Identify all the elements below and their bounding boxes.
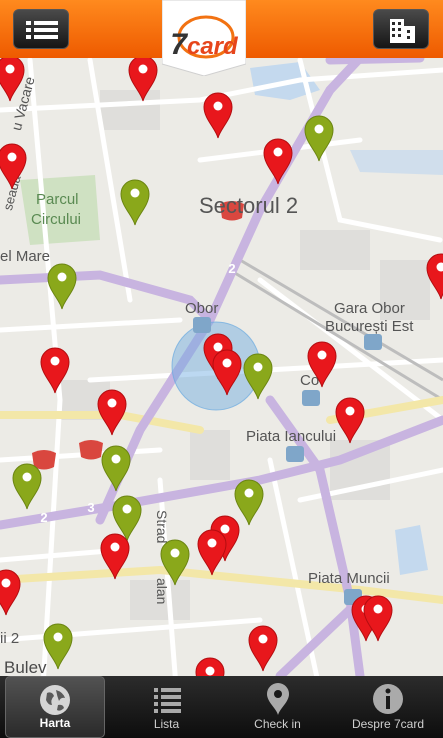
merchant-pin[interactable] (212, 349, 242, 396)
list-icon (26, 21, 58, 39)
merchant-pin[interactable] (0, 569, 21, 616)
merchant-pin[interactable] (263, 138, 293, 185)
merchant-pin[interactable] (203, 92, 233, 139)
merchant-pin[interactable] (307, 341, 337, 388)
merchant-pin[interactable] (43, 623, 73, 670)
merchant-pin[interactable] (12, 463, 42, 510)
merchant-pin[interactable] (243, 353, 273, 400)
tab-harta[interactable]: Harta (5, 676, 105, 738)
merchant-pin[interactable] (128, 58, 158, 102)
logo-text: 7card (170, 28, 238, 61)
globe-icon (40, 685, 70, 715)
merchant-pin[interactable] (0, 58, 25, 102)
tab-lista[interactable]: Lista (111, 676, 222, 738)
merchant-pin[interactable] (248, 625, 278, 672)
logo: 7card (162, 0, 246, 76)
menu-button[interactable] (13, 9, 69, 49)
merchant-pin[interactable] (101, 445, 131, 492)
merchant-pin[interactable] (120, 179, 150, 226)
merchant-pin[interactable] (0, 143, 27, 190)
tab-label: Harta (39, 716, 71, 730)
list-icon (153, 688, 181, 713)
merchant-pin[interactable] (195, 657, 225, 676)
merchant-pin[interactable] (100, 533, 130, 580)
tab-despre[interactable]: Despre 7card (333, 676, 443, 738)
merchant-pin[interactable] (335, 397, 365, 444)
merchant-pin[interactable] (234, 479, 264, 526)
bottom-nav: Harta Lista Check in Despre 7card (0, 676, 443, 738)
merchant-pin[interactable] (97, 389, 127, 436)
pins-layer[interactable] (0, 58, 443, 676)
tab-label: Lista (153, 717, 180, 731)
buildings-button[interactable] (373, 9, 429, 49)
map-view[interactable]: 2 2 3 Sectorul 2 Parcul Circului el Mare… (0, 58, 443, 676)
app: 2 2 3 Sectorul 2 Parcul Circului el Mare… (0, 0, 443, 738)
merchant-pin[interactable] (197, 529, 227, 576)
merchant-pin[interactable] (160, 539, 190, 586)
info-icon (373, 684, 403, 714)
tab-check-in[interactable]: Check in (222, 676, 333, 738)
tab-label: Despre 7card (351, 717, 425, 731)
location-pin-icon (266, 683, 289, 715)
merchant-pin[interactable] (47, 263, 77, 310)
merchant-pin[interactable] (426, 253, 443, 300)
tab-label: Check in (254, 717, 301, 731)
buildings-icon (390, 19, 415, 43)
merchant-pin[interactable] (40, 347, 70, 394)
merchant-pin[interactable] (304, 115, 334, 162)
